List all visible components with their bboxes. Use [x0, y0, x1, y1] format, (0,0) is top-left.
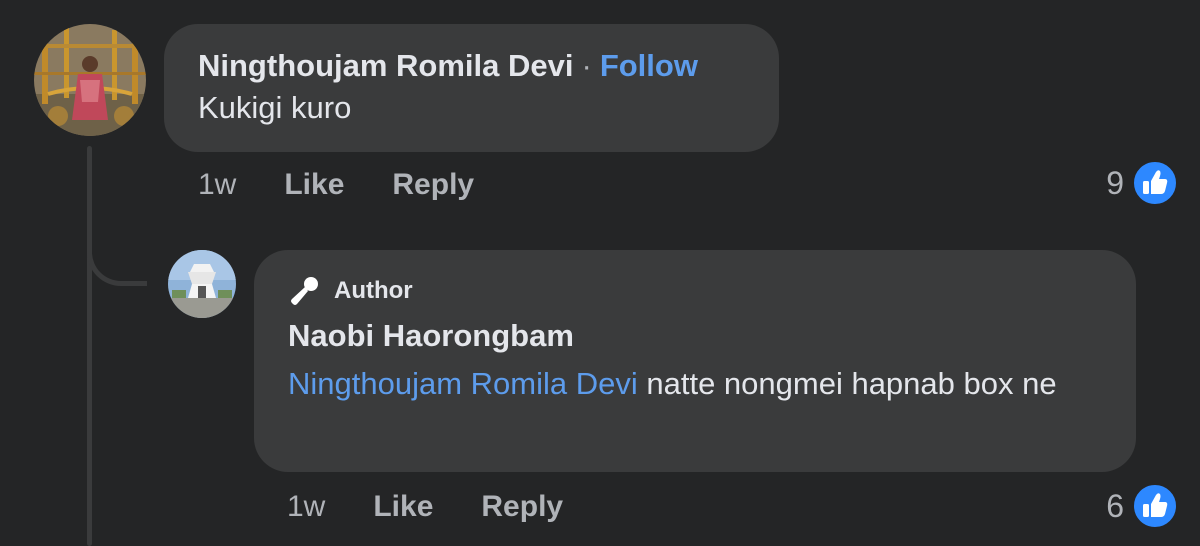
- reaction-count: 6: [1106, 487, 1124, 524]
- comment-timestamp[interactable]: 1w: [198, 168, 236, 202]
- reply-button[interactable]: Reply: [481, 490, 563, 524]
- reply-actions: 1w Like Reply: [287, 490, 611, 524]
- separator-dot: ·: [581, 48, 592, 83]
- comment-header: Ningthoujam Romila Devi · Follow: [198, 48, 745, 84]
- reply-timestamp[interactable]: 1w: [287, 490, 325, 524]
- comment-actions: 1w Like Reply: [198, 168, 522, 202]
- reaction-summary[interactable]: 6: [1106, 483, 1178, 529]
- like-thumbs-up-icon: [1132, 160, 1178, 206]
- comment-text: Kukigi kuro: [198, 90, 352, 125]
- reply-bubble: Author Naobi Haorongbam Ningthoujam Romi…: [254, 250, 1136, 472]
- commenter-name[interactable]: Ningthoujam Romila Devi: [198, 48, 573, 83]
- reply-body: natte nongmei hapnab box ne: [637, 366, 1057, 401]
- thread-line: [87, 146, 92, 546]
- author-badge-label: Author: [334, 277, 413, 304]
- comment-bubble: Ningthoujam Romila Devi · Follow Kukigi ku…: [164, 24, 779, 152]
- like-button[interactable]: Like: [284, 168, 344, 202]
- reply-text: Ningthoujam Romila Devi natte nongmei ha…: [288, 360, 1102, 408]
- reply-button[interactable]: Reply: [392, 168, 474, 202]
- mention-link[interactable]: Ningthoujam Romila Devi: [288, 366, 638, 401]
- reaction-summary[interactable]: 9: [1106, 160, 1178, 206]
- follow-button[interactable]: Follow: [600, 48, 698, 83]
- microphone-icon: [288, 274, 322, 308]
- author-badge: Author: [288, 274, 1102, 308]
- reply-author-avatar[interactable]: [168, 250, 236, 318]
- thread-connector: [87, 240, 147, 286]
- commenter-avatar[interactable]: [34, 24, 146, 136]
- reaction-count: 9: [1106, 164, 1124, 201]
- like-thumbs-up-icon: [1132, 483, 1178, 529]
- reply-author-name[interactable]: Naobi Haorongbam: [288, 318, 1102, 354]
- like-button[interactable]: Like: [373, 490, 433, 524]
